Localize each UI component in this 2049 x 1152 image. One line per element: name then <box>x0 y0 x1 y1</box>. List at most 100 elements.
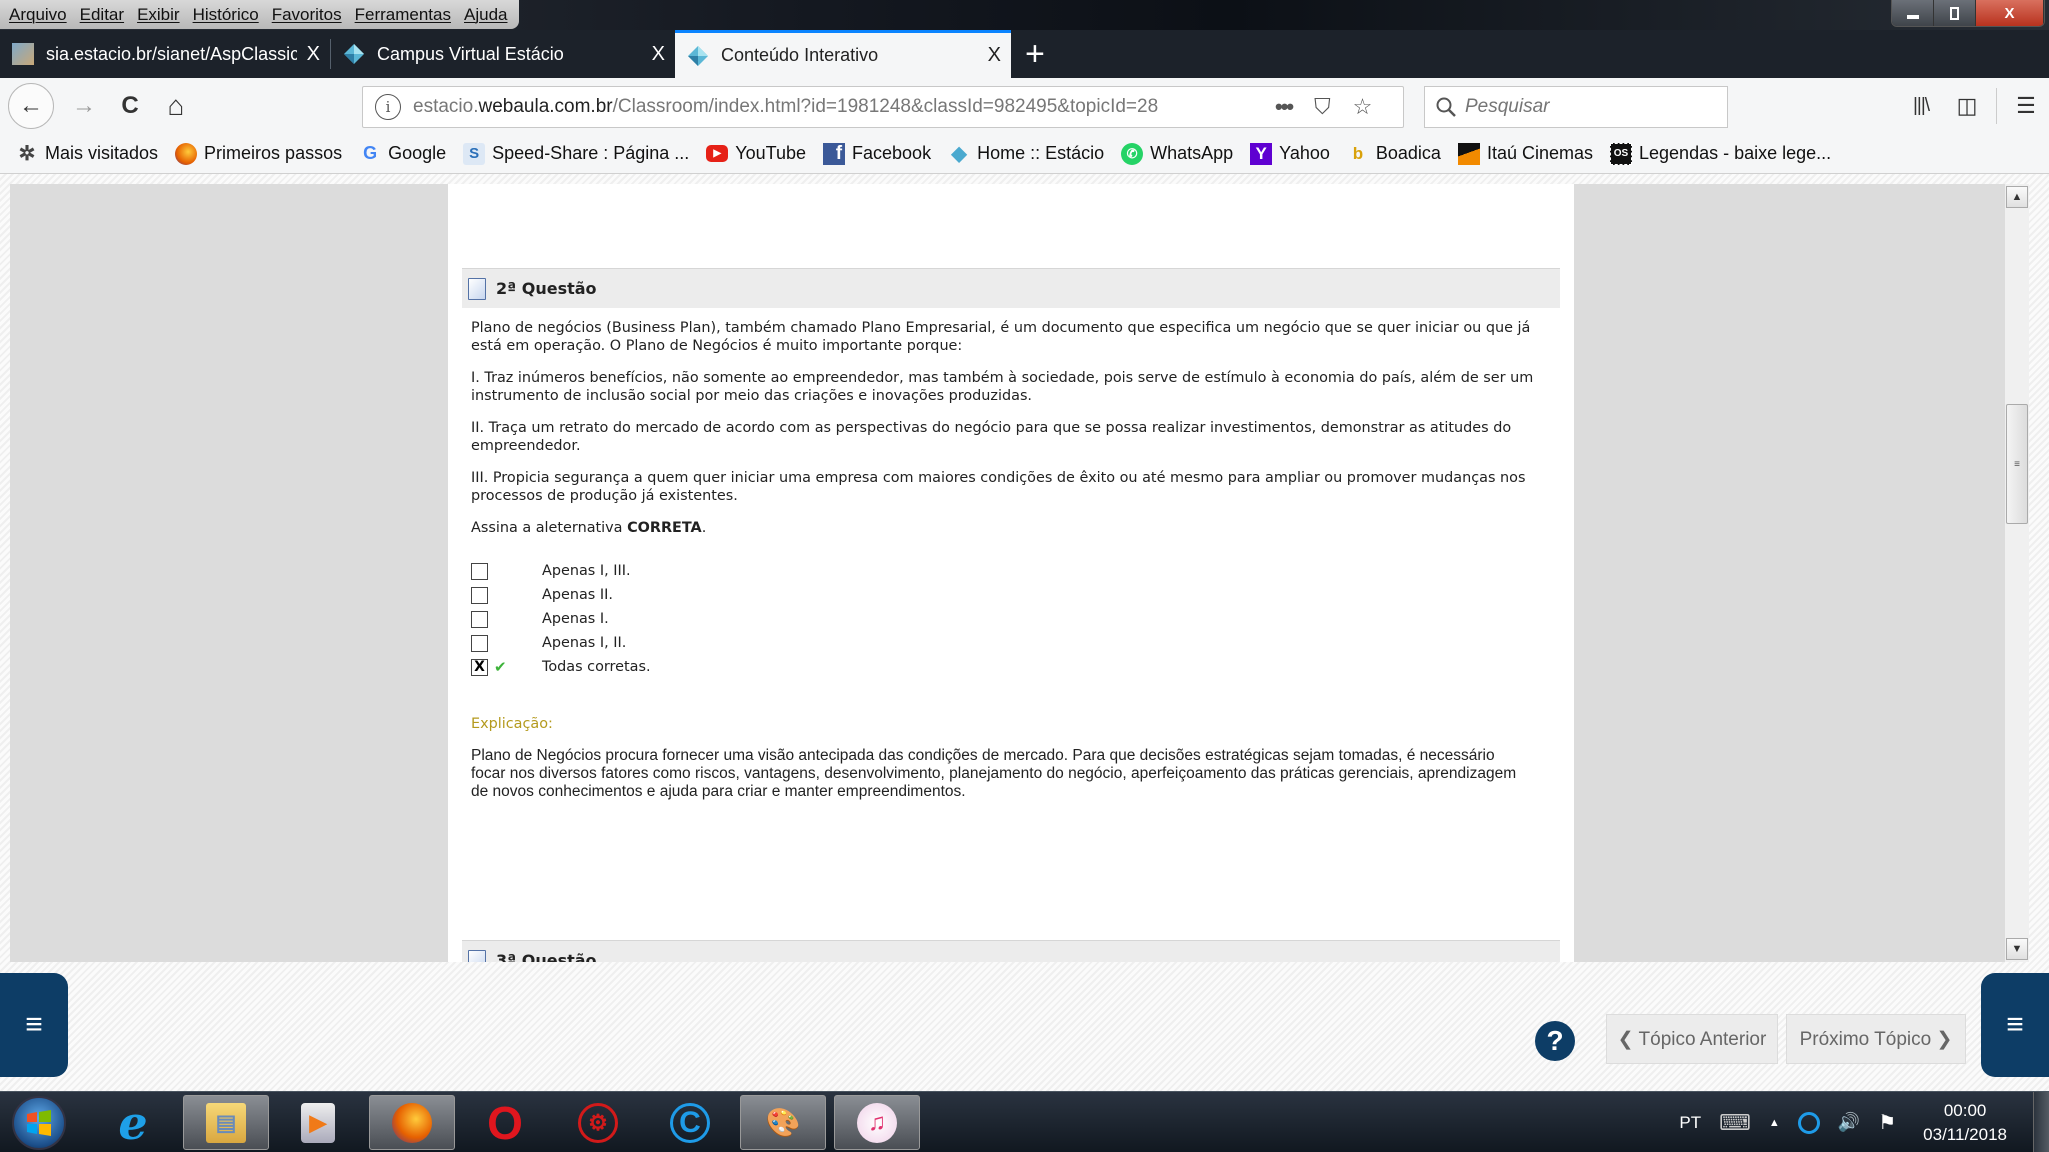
menu-bar: Arquivo Editar Exibir Histórico Favorito… <box>0 0 520 29</box>
bookmark-label: WhatsApp <box>1150 143 1234 163</box>
next-topic-button[interactable]: Próximo Tópico ❯ <box>1786 1014 1966 1064</box>
taskbar-file-explorer[interactable]: ▤ <box>183 1095 269 1150</box>
close-icon: X <box>2004 4 2015 22</box>
library-icon[interactable]: |||\ <box>1898 95 1944 117</box>
grip-icon: ≡ <box>2014 458 2020 470</box>
bookmark-label: Google <box>388 143 447 163</box>
language-indicator[interactable]: PT <box>1679 1113 1701 1133</box>
pocket-icon[interactable]: ⛉ <box>1314 94 1331 120</box>
statement-i: I. Traz inúmeros benefícios, não somente… <box>471 370 1534 404</box>
itunes-icon: ♫ <box>857 1102 897 1143</box>
page-actions-icon[interactable]: ••• <box>1275 94 1294 120</box>
sidebar-icon[interactable]: ◫ <box>1944 93 1990 119</box>
action-center-flag-icon[interactable]: ⚑ <box>1878 1110 1896 1135</box>
back-button[interactable]: ← <box>8 83 54 129</box>
reload-button[interactable]: C <box>110 86 150 126</box>
option-checkbox[interactable] <box>471 562 488 580</box>
keyboard-icon[interactable]: ⌨ <box>1719 1110 1751 1136</box>
scrollbar-thumb[interactable]: ≡ <box>2006 404 2028 524</box>
taskbar-ccleaner[interactable]: C <box>647 1095 733 1150</box>
search-bar[interactable] <box>1424 86 1728 128</box>
system-tray: PT ⌨ ▲ 🔊 ⚑ 00:00 03/11/2018 <box>1670 1092 2049 1152</box>
taskbar-opera[interactable]: O <box>462 1095 548 1150</box>
volume-icon[interactable]: 🔊 <box>1838 1112 1860 1133</box>
close-window-button[interactable]: X <box>1976 0 2044 26</box>
answer-option[interactable]: Apenas I, III. <box>471 559 1551 583</box>
bookmark-boadica[interactable]: b Boadica <box>1347 143 1441 165</box>
taskbar-firefox[interactable]: ● <box>369 1095 455 1150</box>
menu-exibir[interactable]: Exibir <box>137 5 180 25</box>
taskbar-internet-explorer[interactable]: e <box>90 1095 176 1150</box>
question-3-header: 3ª Questão <box>462 940 1560 962</box>
close-tab-icon[interactable]: X <box>988 44 1001 67</box>
option-checkbox[interactable] <box>471 634 488 652</box>
scroll-down-arrow[interactable]: ▼ <box>2006 938 2028 960</box>
question-intro: Plano de negócios (Business Plan), també… <box>471 320 1531 354</box>
vertical-scrollbar[interactable]: ▲ ≡ ▼ <box>2005 184 2029 962</box>
search-input[interactable] <box>1465 96 1705 118</box>
menu-favoritos[interactable]: Favoritos <box>272 5 342 25</box>
taskbar-media-player[interactable]: ▶ <box>275 1095 361 1150</box>
bookmark-label: Legendas - baixe lege... <box>1639 143 1832 163</box>
bookmark-primeiros-passos[interactable]: Primeiros passos <box>175 142 342 165</box>
forward-button[interactable]: → <box>64 86 104 126</box>
answer-option[interactable]: Apenas II. <box>471 583 1551 607</box>
bookmark-legendas[interactable]: OS Legendas - baixe lege... <box>1610 142 1832 165</box>
right-menu-button[interactable]: ≡ <box>1981 973 2049 1077</box>
answer-option-selected[interactable]: X ✔ Todas corretas. <box>471 655 1551 679</box>
bookmark-home-estacio[interactable]: ◆ Home :: Estácio <box>948 143 1104 165</box>
facebook-icon: f <box>823 142 846 165</box>
system-clock[interactable]: 00:00 03/11/2018 <box>1923 1099 2007 1147</box>
bookmark-whatsapp[interactable]: ✆ WhatsApp <box>1121 142 1234 165</box>
home-button[interactable]: ⌂ <box>156 86 196 126</box>
bookmark-google[interactable]: G Google <box>359 143 446 165</box>
minimize-icon <box>1906 15 1919 19</box>
network-status-icon[interactable] <box>1797 1111 1820 1134</box>
left-menu-button[interactable]: ≡ <box>0 973 68 1077</box>
taskbar-driver-booster[interactable]: ⚙ <box>555 1095 641 1150</box>
close-tab-icon[interactable]: X <box>652 43 665 66</box>
site-info-icon[interactable]: i <box>375 94 401 120</box>
bookmark-star-icon[interactable]: ☆ <box>1353 94 1373 120</box>
previous-topic-button[interactable]: ❮ Tópico Anterior <box>1606 1014 1778 1064</box>
menu-editar[interactable]: Editar <box>80 5 124 25</box>
url-bar[interactable]: i estacio.webaula.com.br/Classroom/index… <box>362 86 1404 128</box>
show-hidden-icons-arrow[interactable]: ▲ <box>1769 1117 1780 1129</box>
bookmark-youtube[interactable]: ▶ YouTube <box>706 143 806 164</box>
option-checkbox-checked[interactable]: X <box>471 658 488 676</box>
tab-conteudo-interativo[interactable]: Conteúdo Interativo X <box>675 30 1011 78</box>
minimize-button[interactable] <box>1892 0 1934 26</box>
bookmark-speed-share[interactable]: S Speed-Share : Página ... <box>463 142 689 165</box>
menu-ajuda[interactable]: Ajuda <box>464 5 507 25</box>
toolbar-right: |||\ ◫ ☰ <box>1898 78 2049 134</box>
url-text[interactable]: estacio.webaula.com.br/Classroom/index.h… <box>413 96 1253 118</box>
option-checkbox[interactable] <box>471 610 488 628</box>
answer-option[interactable]: Apenas I. <box>471 607 1551 631</box>
option-label: Apenas II. <box>542 587 613 603</box>
show-desktop-button[interactable] <box>2033 1092 2049 1152</box>
new-tab-button[interactable]: + <box>1025 30 1045 78</box>
option-checkbox[interactable] <box>471 586 488 604</box>
ccleaner-icon: C <box>670 1102 710 1143</box>
bookmark-yahoo[interactable]: Y Yahoo <box>1250 142 1330 165</box>
taskbar-paint[interactable]: 🎨 <box>740 1095 826 1150</box>
bookmark-mais-visitados[interactable]: ✲ Mais visitados <box>16 143 158 165</box>
menu-ferramentas[interactable]: Ferramentas <box>355 5 451 25</box>
menu-historico[interactable]: Histórico <box>193 5 259 25</box>
instruction-bold: CORRETA <box>627 520 702 536</box>
taskbar-itunes[interactable]: ♫ <box>834 1095 920 1150</box>
bookmark-itau-cinemas[interactable]: Itaú Cinemas <box>1457 142 1593 165</box>
start-button[interactable] <box>12 1096 66 1150</box>
restore-button[interactable] <box>1934 0 1976 26</box>
hamburger-icon: ≡ <box>2006 1008 2024 1041</box>
close-tab-icon[interactable]: X <box>307 43 320 66</box>
yahoo-icon: Y <box>1250 142 1273 165</box>
answer-option[interactable]: Apenas I, II. <box>471 631 1551 655</box>
tab-sia[interactable]: sia.estacio.br/sianet/AspClassic X <box>0 30 330 78</box>
menu-arquivo[interactable]: Arquivo <box>9 5 67 25</box>
bookmark-facebook[interactable]: f Facebook <box>823 142 931 165</box>
hamburger-menu-icon[interactable]: ☰ <box>2003 93 2049 119</box>
scroll-up-arrow[interactable]: ▲ <box>2006 186 2028 208</box>
tab-campus-virtual[interactable]: Campus Virtual Estácio X <box>331 30 675 78</box>
help-button[interactable]: ? <box>1535 1021 1575 1061</box>
